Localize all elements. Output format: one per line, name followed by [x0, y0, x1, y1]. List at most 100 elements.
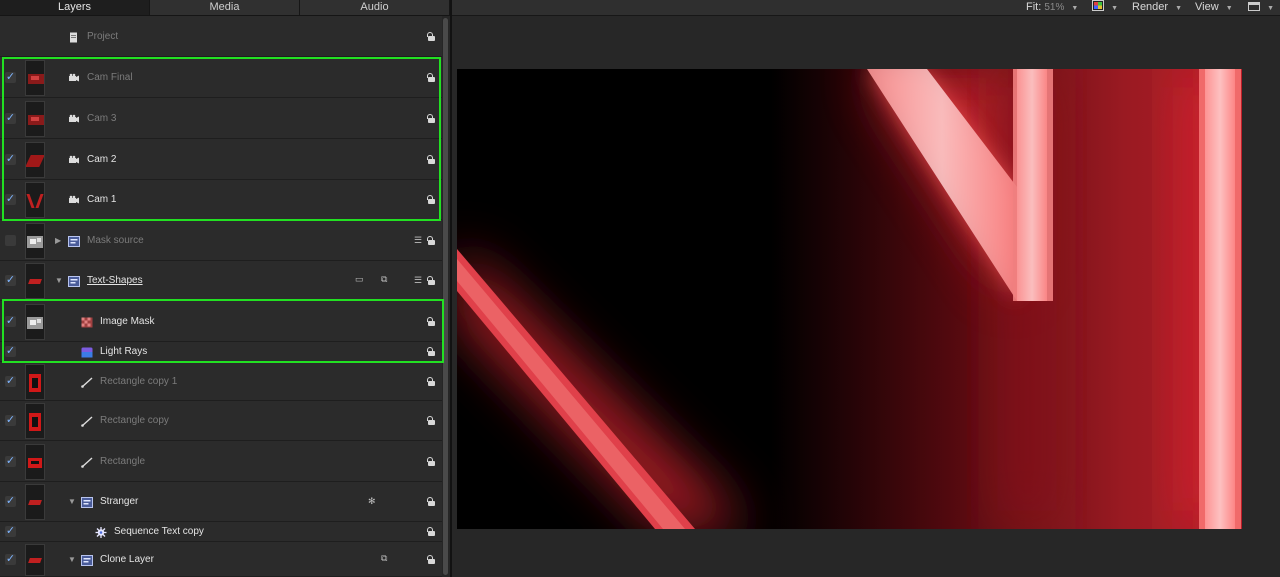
layer-thumbnail — [25, 303, 45, 340]
scroll-thumb[interactable] — [443, 18, 448, 575]
project-icon — [68, 32, 79, 42]
chevron-down-icon: ▼ — [1071, 5, 1079, 12]
lock-icon[interactable] — [426, 416, 435, 425]
layer-name: Cam 1 — [87, 194, 117, 205]
layer-row[interactable]: ✓ Rectangle — [0, 441, 442, 482]
group-icon — [68, 235, 80, 247]
layer-thumbnail — [25, 59, 45, 96]
layer-name: Rectangle copy — [100, 415, 169, 426]
layer-name: Mask source — [87, 234, 144, 246]
group-icon — [81, 554, 93, 566]
camera-icon — [68, 195, 79, 205]
disclosure-expanded-icon[interactable]: ▼ — [55, 276, 63, 285]
layer-name: Text-Shapes — [87, 275, 143, 286]
chevron-down-icon: ▼ — [1111, 5, 1118, 12]
chevron-down-icon: ▼ — [1225, 5, 1233, 12]
3d-group-icon[interactable]: ⧉ — [381, 553, 387, 564]
layer-row[interactable]: ✓ Cam 2 — [0, 139, 442, 180]
filter-icon — [81, 347, 93, 358]
layer-row[interactable]: ✓ Image Mask — [0, 301, 442, 342]
layer-thumbnail — [25, 484, 45, 520]
layer-row[interactable]: ✓ Rectangle copy 1 — [0, 362, 442, 401]
lock-icon[interactable] — [426, 276, 435, 285]
layer-row[interactable]: ✓ ▼ Stranger ✻ — [0, 482, 442, 522]
render-dropdown[interactable]: Render ▼ — [1132, 0, 1182, 16]
visibility-checkbox[interactable]: ✓ — [5, 346, 16, 357]
disclosure-collapsed-icon[interactable]: ▶ — [55, 236, 61, 245]
viewer-layout-icon — [1248, 2, 1260, 11]
fit-value: 51% — [1044, 2, 1065, 13]
behavior-icon — [95, 527, 107, 538]
visibility-checkbox[interactable]: ✓ — [5, 153, 16, 165]
tab-layers[interactable]: Layers — [0, 0, 150, 15]
viewer-toolbar: Fit: 51% ▼ ▼ Render ▼ View ▼ ▼ — [452, 0, 1280, 16]
layer-name: Light Rays — [100, 346, 148, 357]
visibility-checkbox[interactable]: ✓ — [5, 315, 16, 327]
layer-thumbnail — [25, 100, 45, 137]
layer-row[interactable]: ✓ Cam 3 — [0, 98, 442, 139]
fit-zoom-dropdown[interactable]: Fit: 51% ▼ — [1026, 0, 1078, 16]
lock-icon[interactable] — [426, 31, 435, 41]
flatten-icon[interactable]: ▭ — [355, 274, 364, 285]
visibility-checkbox[interactable]: ✓ — [5, 526, 16, 537]
disclosure-expanded-icon[interactable]: ▼ — [68, 555, 76, 564]
layer-name: Sequence Text copy — [114, 526, 204, 537]
view-label: View — [1195, 1, 1219, 13]
fit-label: Fit: — [1026, 1, 1042, 13]
lock-icon[interactable] — [426, 456, 435, 466]
layers-panel: Layers Media Audio Project ✓ Cam Final ✓ Cam… — [0, 0, 450, 577]
layer-row[interactable]: Project — [0, 16, 442, 57]
camera-icon — [68, 155, 79, 165]
layer-name: Project — [87, 30, 119, 42]
lock-icon[interactable] — [426, 376, 435, 386]
channels-dropdown[interactable]: ▼ — [1092, 0, 1118, 16]
shape-icon — [81, 456, 93, 468]
visibility-checkbox[interactable]: ✓ — [5, 194, 16, 205]
layer-row[interactable]: ✓ ▼ Text-Shapes ☰ ▭ ⧉ — [0, 261, 442, 301]
layer-thumbnail — [25, 141, 45, 178]
disclosure-expanded-icon[interactable]: ▼ — [68, 497, 76, 506]
layer-thumbnail — [25, 543, 45, 576]
visibility-checkbox[interactable]: ✓ — [5, 234, 16, 246]
gear-icon[interactable]: ✻ — [368, 496, 376, 507]
layers-scrollbar[interactable] — [442, 16, 450, 577]
lock-icon[interactable] — [426, 195, 435, 204]
view-dropdown[interactable]: View ▼ — [1195, 0, 1233, 16]
visibility-checkbox[interactable]: ✓ — [5, 553, 16, 565]
layer-name: Rectangle — [100, 455, 146, 467]
lock-icon[interactable] — [426, 113, 435, 123]
layer-row[interactable]: ✓ Rectangle copy — [0, 401, 442, 441]
layer-row[interactable]: ✓ Cam 1 — [0, 180, 442, 220]
tab-media[interactable]: Media — [150, 0, 300, 15]
visibility-checkbox[interactable]: ✓ — [5, 415, 16, 426]
lock-icon[interactable] — [426, 497, 435, 506]
tab-audio[interactable]: Audio — [300, 0, 450, 15]
layer-row[interactable]: ✓ Light Rays — [0, 342, 442, 362]
lock-icon[interactable] — [426, 554, 435, 564]
layer-row[interactable]: ✓ ▶ Mask source ☰ — [0, 220, 442, 261]
canvas-preview[interactable] — [457, 69, 1242, 529]
lock-icon[interactable] — [426, 527, 435, 536]
lock-icon[interactable] — [426, 347, 435, 356]
3d-group-icon[interactable]: ⧉ — [381, 274, 387, 285]
layer-name: Cam 2 — [87, 153, 117, 165]
canvas-viewer: Fit: 51% ▼ ▼ Render ▼ View ▼ ▼ — [452, 0, 1280, 577]
visibility-checkbox[interactable]: ✓ — [5, 455, 16, 467]
layer-row[interactable]: ✓ Sequence Text copy — [0, 522, 442, 542]
layer-row[interactable]: ✓ Cam Final — [0, 57, 442, 98]
layer-row[interactable]: ✓ ▼ Clone Layer ⧉ — [0, 542, 442, 577]
layer-thumbnail — [25, 263, 45, 299]
lock-icon[interactable] — [426, 316, 435, 326]
stack-icon[interactable]: ☰ — [414, 275, 422, 286]
lock-icon[interactable] — [426, 154, 435, 164]
visibility-checkbox[interactable]: ✓ — [5, 71, 16, 83]
visibility-checkbox[interactable]: ✓ — [5, 375, 16, 387]
visibility-checkbox[interactable]: ✓ — [5, 496, 16, 507]
lock-icon[interactable] — [426, 235, 435, 245]
visibility-checkbox[interactable]: ✓ — [5, 112, 16, 124]
stack-icon[interactable]: ☰ — [414, 235, 422, 246]
lock-icon[interactable] — [426, 72, 435, 82]
visibility-checkbox[interactable]: ✓ — [5, 275, 16, 286]
layout-dropdown[interactable]: ▼ — [1248, 0, 1274, 16]
preview-image — [457, 69, 1242, 529]
